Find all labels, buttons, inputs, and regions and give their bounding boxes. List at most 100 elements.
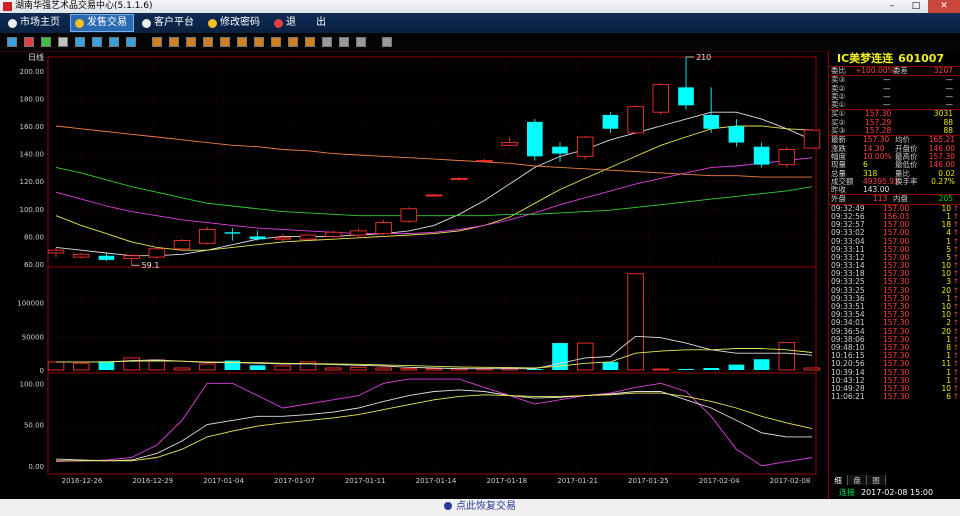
quote-header: IC美梦连连 601007 — [829, 51, 960, 67]
tick-list[interactable]: 09:32:49 157.00 10 ↑ 09:32:56 156.03 1 ↑ 09:32:5… — [829, 204, 960, 402]
candle-body — [224, 232, 241, 234]
maximize-button[interactable]: □ — [904, 0, 928, 13]
indicator-line — [55, 389, 812, 462]
menu-exit[interactable]: 退 — [270, 15, 302, 31]
product-code: 601007 — [898, 52, 945, 65]
candle-body — [576, 136, 594, 157]
indicator-tick-label: 50.00 — [24, 422, 44, 430]
fav1-icon[interactable] — [152, 37, 162, 47]
date-tick-label: 2017-02-08 — [770, 477, 811, 485]
resume-trade-bar[interactable]: 点此恢复交易 — [0, 499, 960, 516]
close-button[interactable]: ✕ — [928, 0, 960, 13]
quote-tab[interactable]: 细 — [829, 475, 848, 485]
tick-row[interactable]: 11:06:21 157.30 6 ↑ — [829, 392, 960, 402]
candle-body — [98, 255, 115, 260]
gear-icon[interactable] — [382, 37, 392, 47]
fav2-icon[interactable] — [169, 37, 179, 47]
quote-tabs: 细盘图 — [829, 475, 960, 485]
fav7-icon[interactable] — [254, 37, 264, 47]
weicha-value: 3207 — [933, 66, 953, 75]
volume-bar — [425, 368, 443, 371]
candle-body — [249, 236, 266, 240]
volume-bar — [652, 368, 670, 371]
minimize-button[interactable]: – — [880, 0, 904, 13]
indicator-line — [55, 378, 813, 467]
fav3-icon[interactable] — [186, 37, 196, 47]
price-ma-line — [55, 125, 812, 178]
candle-body — [123, 255, 140, 259]
menu-sale-trade[interactable]: 发售交易 — [70, 14, 134, 32]
quote-tab[interactable]: 盘 — [848, 475, 867, 485]
kline-chart[interactable]: 60.00 80.00 100.00 120.00 140.00 160.00 180.00… — [0, 51, 828, 499]
trade-icon — [75, 18, 84, 28]
volume-bar — [274, 365, 292, 371]
candle-body — [299, 234, 317, 240]
fav8-icon[interactable] — [271, 37, 281, 47]
zoom-in-icon[interactable] — [322, 37, 332, 47]
candle-body — [148, 248, 166, 258]
price-tick-label: 100.00 — [20, 206, 45, 214]
volume-bar — [198, 363, 216, 371]
fav4-icon[interactable] — [203, 37, 213, 47]
date-tick-label: 2017-01-11 — [345, 477, 386, 485]
candle-body — [627, 106, 644, 134]
buy-volume: 88 — [943, 126, 953, 136]
chart-icon[interactable] — [109, 37, 119, 47]
menu-client-platform[interactable]: 客户平台 — [138, 15, 200, 31]
candle-icon[interactable] — [41, 37, 51, 47]
quote-tab[interactable]: 图 — [867, 475, 886, 485]
menu-market-home[interactable]: 市场主页 — [4, 15, 66, 31]
candle-body — [400, 208, 418, 222]
date-tick-label: 2017-01-18 — [486, 477, 527, 485]
tick-arrow-icon: ↑ — [952, 392, 959, 402]
price-ma-line — [55, 125, 813, 251]
volume-bar — [803, 367, 821, 371]
key-icon — [208, 18, 217, 28]
volume-bar — [728, 364, 745, 370]
sell-row: 卖② — — — [831, 83, 953, 93]
fav6-icon[interactable] — [237, 37, 247, 47]
bar-chart-icon[interactable] — [7, 37, 17, 47]
trend-icon[interactable] — [24, 37, 34, 47]
volume-bar — [678, 369, 694, 370]
x-icon[interactable] — [126, 37, 136, 47]
fav9-icon[interactable] — [288, 37, 298, 47]
kline-chart-area[interactable]: 60.00 80.00 100.00 120.00 140.00 160.00 180.00… — [0, 51, 828, 499]
candle-body — [678, 87, 694, 106]
neipan-value: 205 — [938, 194, 953, 204]
fav10-icon[interactable] — [305, 37, 315, 47]
fav5-icon[interactable] — [220, 37, 230, 47]
volume-bar — [778, 341, 796, 371]
app-logo-icon — [3, 2, 12, 11]
home-icon — [8, 18, 17, 28]
buy-price: 157.28 — [865, 126, 892, 136]
zoom-out-icon[interactable] — [339, 37, 349, 47]
volume-bar — [123, 357, 140, 371]
candle-body — [602, 114, 619, 129]
menu-change-password[interactable]: 修改密码 — [204, 15, 266, 31]
candle-body — [72, 253, 90, 258]
price-tick-label: 180.00 — [20, 95, 45, 103]
candle-body — [476, 160, 493, 162]
candle-body — [753, 146, 770, 165]
list-icon[interactable] — [58, 37, 68, 47]
menu-exit-2[interactable]: 出 — [312, 15, 332, 31]
resume-trade-link[interactable]: 点此恢复交易 — [456, 501, 516, 512]
date-tick-label: 2017-01-21 — [557, 477, 598, 485]
datetime-readout: 2017-02-08 15:00 — [861, 488, 934, 497]
candle-body — [173, 240, 191, 250]
table-icon[interactable] — [92, 37, 102, 47]
buy-row: 买② 157.29 88 — [831, 117, 953, 127]
tick-volume: 6 — [946, 392, 951, 402]
low-annotation: 59.1 — [142, 261, 160, 270]
candle-body — [501, 142, 518, 146]
date-tick-label: 2016-12-26 — [62, 477, 103, 485]
pen-icon[interactable] — [356, 37, 366, 47]
indicator-tick-label: 0.00 — [28, 463, 44, 471]
sell-row: 卖② — — — [831, 91, 953, 101]
volume-bar — [98, 361, 115, 370]
sell-volume: — — [945, 100, 954, 110]
volume-tick-label: 0 — [40, 367, 44, 375]
grid-icon[interactable] — [75, 37, 85, 47]
quote-stats: 最新 157.30 均价 165.21 涨跌 14.30 开盘价 146.00 幅度 10.00%… — [829, 136, 960, 196]
